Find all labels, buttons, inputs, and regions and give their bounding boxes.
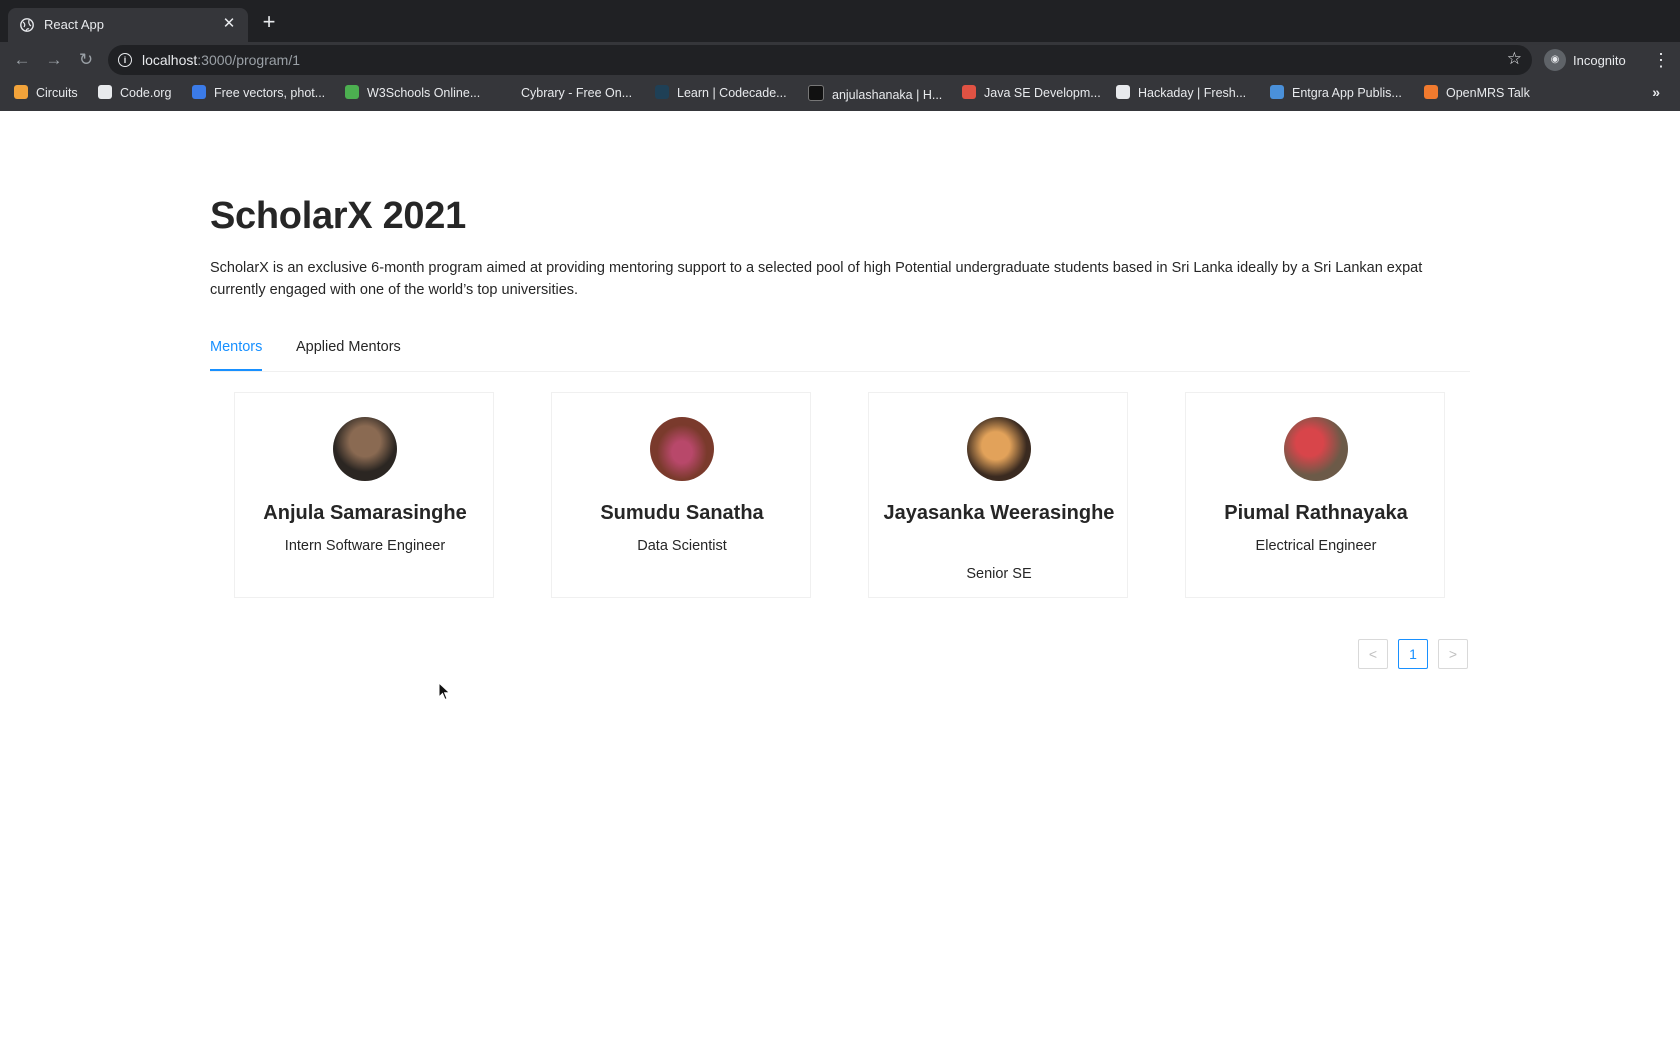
mentor-card[interactable]: Jayasanka Weerasinghe Senior SE <box>868 392 1128 598</box>
browser-toolbar: ← → ↻ i localhost:3000/program/1 ☆ ◉ Inc… <box>0 42 1680 78</box>
bookmark-item[interactable]: Java SE Developm... <box>962 85 1101 103</box>
mentor-card[interactable]: Anjula Samarasinghe Intern Software Engi… <box>234 392 494 598</box>
url-host: localhost <box>142 52 198 68</box>
close-tab-icon[interactable]: ✕ <box>220 15 238 33</box>
bookmark-favicon-icon <box>1424 85 1438 99</box>
mentor-name: Piumal Rathnayaka <box>1224 502 1408 524</box>
page-title: ScholarX 2021 <box>210 195 466 237</box>
bookmark-favicon-icon <box>192 85 206 99</box>
globe-icon <box>20 18 34 32</box>
prev-page-button[interactable]: < <box>1358 639 1388 669</box>
bookmark-favicon-icon <box>1116 85 1130 99</box>
mentor-name: Jayasanka Weerasinghe <box>883 502 1115 524</box>
mentor-card[interactable]: Sumudu Sanatha Data Scientist <box>551 392 811 598</box>
bookmark-favicon-icon <box>808 85 824 101</box>
mentor-role: Electrical Engineer <box>1255 538 1377 554</box>
bookmark-item[interactable]: Entgra App Publis... <box>1270 85 1402 103</box>
avatar <box>333 417 397 481</box>
more-bookmarks-icon[interactable]: » <box>1652 84 1660 100</box>
avatar <box>1284 417 1348 481</box>
bookmark-favicon-icon <box>962 85 976 99</box>
profile-label: Incognito <box>1573 53 1626 68</box>
more-menu-icon[interactable]: ⋮ <box>1652 48 1670 72</box>
back-arrow-icon[interactable]: ← <box>10 48 34 72</box>
avatar <box>967 417 1031 481</box>
bookmark-item[interactable]: W3Schools Online... <box>345 85 480 103</box>
bookmark-favicon-icon <box>499 85 513 99</box>
program-description: ScholarX is an exclusive 6-month program… <box>210 260 1423 298</box>
tab-mentors[interactable]: Mentors <box>210 325 263 371</box>
mouse-cursor-icon <box>438 682 451 701</box>
forward-arrow-icon[interactable]: → <box>42 48 66 72</box>
bookmark-item[interactable]: Code.org <box>98 85 171 103</box>
bookmark-item[interactable]: OpenMRS Talk <box>1424 85 1530 103</box>
next-page-button[interactable]: > <box>1438 639 1468 669</box>
mentor-name: Anjula Samarasinghe <box>263 502 467 524</box>
mentor-name: Sumudu Sanatha <box>600 502 764 524</box>
bookmark-item[interactable]: Learn | Codecade... <box>655 85 787 103</box>
tab-strip: React App ✕ + <box>0 0 1680 42</box>
bookmark-favicon-icon <box>345 85 359 99</box>
bookmark-item[interactable]: Hackaday | Fresh... <box>1116 85 1246 103</box>
mentor-tabs: Mentors Applied Mentors <box>210 325 1470 372</box>
bookmark-favicon-icon <box>14 85 28 99</box>
bookmark-favicon-icon <box>655 85 669 99</box>
page-content: ScholarX 2021 ScholarX is an exclusive 6… <box>0 111 1680 1050</box>
bookmark-favicon-icon <box>98 85 112 99</box>
bookmark-favicon-icon <box>1270 85 1284 99</box>
mentor-card-list: Anjula Samarasinghe Intern Software Engi… <box>234 392 1446 602</box>
bookmark-item[interactable]: Circuits <box>14 85 78 103</box>
info-icon[interactable]: i <box>118 53 132 67</box>
bookmark-item[interactable]: anjulashanaka | H... <box>808 85 942 103</box>
bookmark-item[interactable]: Cybrary - Free On... <box>499 85 632 103</box>
url-text[interactable]: localhost:3000/program/1 <box>142 52 300 68</box>
tab-title: React App <box>44 17 104 32</box>
incognito-icon: ◉ <box>1544 49 1566 71</box>
new-tab-icon[interactable]: + <box>258 11 280 34</box>
mentor-card[interactable]: Piumal Rathnayaka Electrical Engineer <box>1185 392 1445 598</box>
browser-tab[interactable]: React App ✕ <box>8 8 248 42</box>
bookmark-star-icon[interactable]: ☆ <box>1507 49 1522 69</box>
url-path: :3000/program/1 <box>197 52 300 68</box>
address-bar[interactable]: i localhost:3000/program/1 ☆ <box>108 45 1532 75</box>
bookmarks-bar: Circuits Code.org Free vectors, phot... … <box>0 80 1680 108</box>
page-1-button[interactable]: 1 <box>1398 639 1428 669</box>
tab-applied-mentors[interactable]: Applied Mentors <box>296 325 401 369</box>
profile-button[interactable]: ◉ Incognito <box>1540 45 1640 75</box>
browser-chrome: React App ✕ + ← → ↻ i localhost:3000/pro… <box>0 0 1680 111</box>
reload-icon[interactable]: ↻ <box>74 48 98 72</box>
bookmark-item[interactable]: Free vectors, phot... <box>192 85 325 103</box>
avatar <box>650 417 714 481</box>
mentor-role: Intern Software Engineer <box>284 538 446 554</box>
mentor-role: Data Scientist <box>637 538 727 554</box>
mentor-role: Senior SE <box>966 566 1032 582</box>
